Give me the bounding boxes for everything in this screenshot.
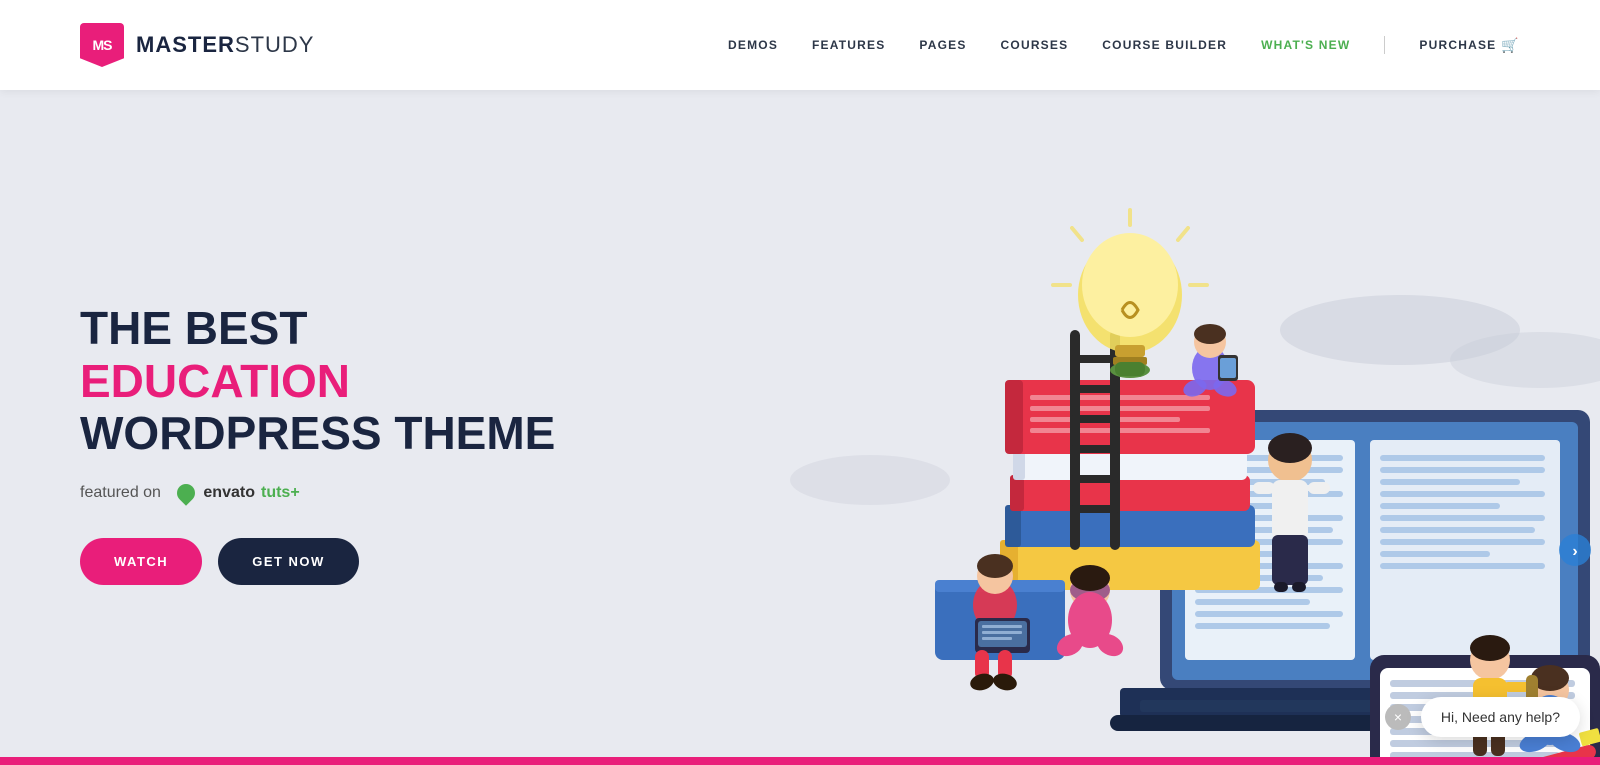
- nav-link-whats-new[interactable]: WHAT'S NEW: [1261, 38, 1350, 52]
- logo-text: MASTERSTUDY: [136, 32, 314, 58]
- nav-link-courses[interactable]: COURSES: [1001, 38, 1069, 52]
- svg-text:›: ›: [1572, 543, 1577, 560]
- hero-section: THE BEST EDUCATION WORDPRESS THEME featu…: [0, 90, 1600, 757]
- tuts-text: tuts+: [261, 484, 300, 502]
- chat-bubble: Hi, Need any help?: [1421, 697, 1580, 737]
- hero-title: THE BEST EDUCATION WORDPRESS THEME: [80, 302, 560, 461]
- logo-brand-light: STUDY: [235, 32, 315, 57]
- nav-item-course-builder[interactable]: COURSE BUILDER: [1102, 36, 1227, 54]
- get-now-button[interactable]: GET NOW: [218, 538, 359, 585]
- purchase-label: PURCHASE: [1419, 38, 1496, 52]
- logo-brand-bold: MASTER: [136, 32, 235, 57]
- nav-link-features[interactable]: FEATURES: [812, 38, 885, 52]
- hero-content: THE BEST EDUCATION WORDPRESS THEME featu…: [80, 302, 560, 586]
- nav-link-demos[interactable]: DEMOS: [728, 38, 778, 52]
- nav-item-features[interactable]: FEATURES: [812, 36, 885, 54]
- chat-message: Hi, Need any help?: [1441, 709, 1560, 725]
- nav-item-whats-new[interactable]: WHAT'S NEW: [1261, 36, 1350, 54]
- nav-link-pages[interactable]: PAGES: [919, 38, 966, 52]
- chat-close-button[interactable]: ×: [1385, 704, 1411, 730]
- cart-icon: 🛒: [1501, 37, 1520, 54]
- featured-prefix: featured on: [80, 484, 161, 502]
- nav-divider: [1384, 36, 1385, 54]
- nav-link-course-builder[interactable]: COURSE BUILDER: [1102, 38, 1227, 52]
- hero-buttons: WATCH GET NOW: [80, 538, 560, 585]
- nav-item-demos[interactable]: DEMOS: [728, 36, 778, 54]
- hero-title-line2: WORDPRESS THEME: [80, 407, 555, 459]
- envato-leaf-icon: [174, 481, 199, 506]
- featured-line: featured on envato tuts+: [80, 484, 560, 502]
- nav-item-purchase[interactable]: PURCHASE 🛒: [1419, 37, 1520, 54]
- logo-badge: MS: [80, 23, 124, 67]
- nav-links: DEMOS FEATURES PAGES COURSES COURSE BUIL…: [728, 36, 1520, 54]
- chat-widget: × Hi, Need any help?: [1385, 697, 1580, 737]
- watch-button[interactable]: WATCH: [80, 538, 202, 585]
- hero-illustration: › ‹: [720, 110, 1600, 757]
- nav-item-pages[interactable]: PAGES: [919, 36, 966, 54]
- nav-item-courses[interactable]: COURSES: [1001, 36, 1069, 54]
- nav-link-purchase[interactable]: PURCHASE 🛒: [1419, 37, 1520, 54]
- bottom-bar: [0, 757, 1600, 765]
- hero-title-plain: THE BEST: [80, 302, 307, 354]
- navbar: MS MASTERSTUDY DEMOS FEATURES PAGES COUR…: [0, 0, 1600, 90]
- logo-badge-text: MS: [93, 37, 112, 53]
- envato-text: envato: [203, 484, 255, 502]
- logo-area: MS MASTERSTUDY: [80, 23, 314, 67]
- hero-svg: › ‹: [720, 110, 1600, 757]
- hero-title-highlight: EDUCATION: [80, 355, 350, 407]
